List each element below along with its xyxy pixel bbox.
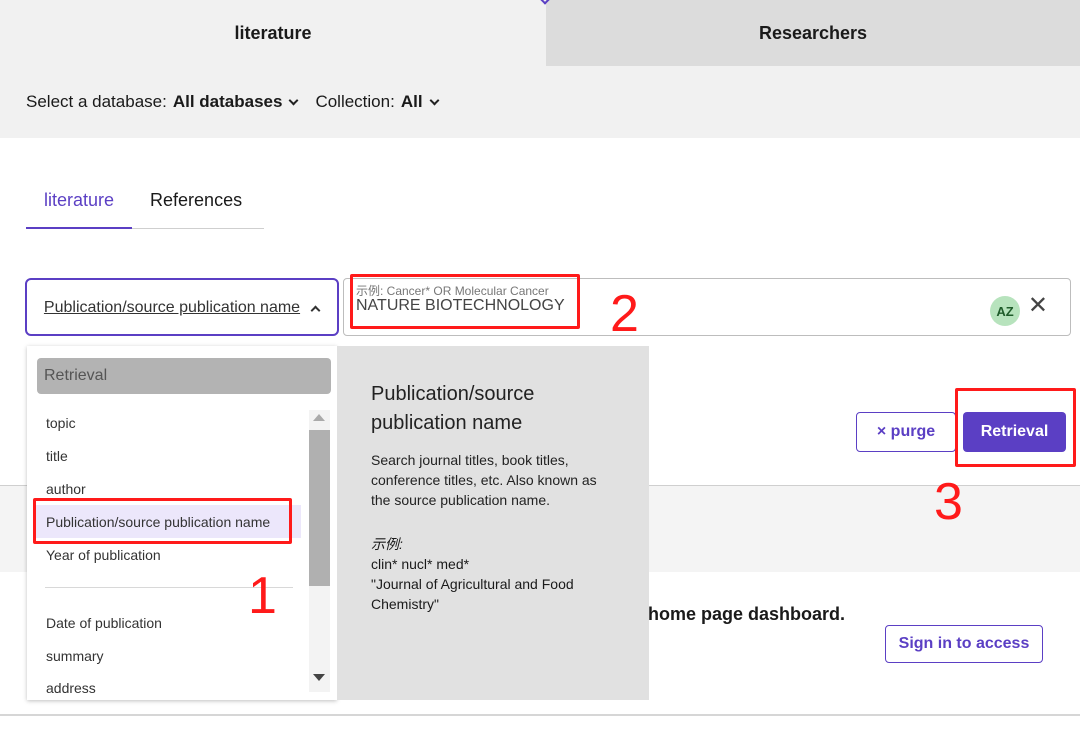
sign-in-button[interactable]: Sign in to access — [885, 625, 1043, 663]
help-title: Publication/source publication name — [371, 383, 535, 434]
chevron-down-icon[interactable] — [429, 95, 439, 105]
search-type-tabs: literature References — [26, 185, 264, 229]
annotation-number-2: 2 — [610, 285, 639, 343]
dropdown-item-summary[interactable]: summary — [33, 639, 301, 672]
az-suggest-icon[interactable]: AZ — [990, 296, 1020, 326]
field-help-panel: Publication/source publication name Sear… — [337, 346, 649, 700]
tab-literature[interactable]: literature — [0, 0, 546, 66]
annotation-box-3 — [955, 388, 1076, 467]
collection-label: Collection: — [315, 92, 395, 111]
help-example: "Journal of Agricultural and Food Chemis… — [371, 576, 574, 612]
bottom-divider — [0, 714, 1080, 716]
help-description: Search journal titles, book titles, conf… — [371, 452, 597, 508]
help-example: clin* nucl* med* — [371, 556, 470, 572]
database-label: Select a database: — [26, 92, 167, 111]
scroll-up-arrow-icon[interactable] — [313, 414, 325, 421]
collection-select[interactable]: All — [401, 92, 423, 112]
dropdown-item-topic[interactable]: topic — [33, 406, 301, 439]
chevron-down-icon[interactable] — [288, 95, 299, 105]
purge-button[interactable]: × purge — [856, 412, 956, 452]
annotation-box-2 — [350, 274, 580, 329]
dashboard-text: home page dashboard. — [648, 604, 846, 624]
top-tab-bar: literature Researchers — [0, 0, 1080, 66]
search-field-label: Publication/source publication name — [43, 298, 301, 316]
dropdown-item-title[interactable]: title — [33, 439, 301, 472]
tab-researchers[interactable]: Researchers — [546, 0, 1080, 66]
scroll-down-arrow-icon[interactable] — [313, 674, 325, 681]
annotation-box-1 — [33, 498, 292, 544]
help-example-heading: 示例: — [371, 536, 403, 552]
subtab-literature[interactable]: literature — [26, 185, 133, 229]
annotation-number-3: 3 — [934, 473, 963, 531]
dropdown-item-address[interactable]: address — [33, 672, 301, 700]
database-bar: Select a database: All databases Collect… — [0, 66, 1080, 138]
dropdown-header: Retrieval — [37, 358, 331, 394]
subtab-references[interactable]: References — [132, 185, 260, 229]
search-field-select[interactable]: Publication/source publication name — [25, 278, 339, 336]
database-select[interactable]: All databases — [173, 92, 283, 112]
dropdown-scroll-thumb[interactable] — [309, 430, 330, 586]
close-icon[interactable]: ✕ — [1028, 291, 1048, 320]
chevron-up-icon — [310, 305, 321, 316]
annotation-number-1: 1 — [248, 567, 277, 625]
